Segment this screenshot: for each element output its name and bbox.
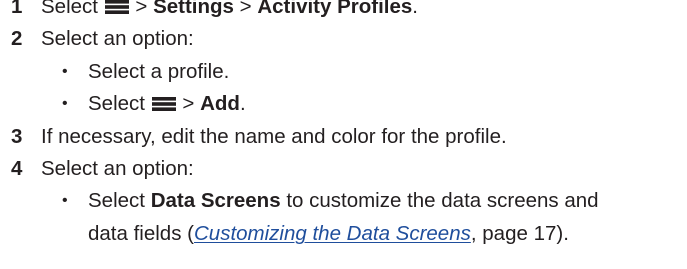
step-text: Select an option: [41,156,194,180]
data-screens-label: Data Screens [150,189,281,213]
step-number: 1 [11,0,23,18]
step-number: 2 [11,27,23,51]
list-item: • Select Data Screens to customize the d… [0,185,687,217]
settings-label: Settings [153,0,234,18]
period: . [412,0,418,18]
step-2: 2 Select an option: [0,23,687,55]
list-item-text: data fields ( [88,221,194,245]
step-number: 4 [11,156,23,180]
list-item: • Select a profile. [0,56,687,88]
list-item-continuation: data fields (Customizing the Data Screen… [0,218,687,250]
bullet: • [62,192,68,210]
list-item-text: to customize the data screens and [286,189,599,213]
separator: > [239,0,252,18]
activity-profiles-label: Activity Profiles [257,0,413,18]
step-text: Select an option: [41,27,194,51]
step-text: If necessary, edit the name and color fo… [41,124,507,148]
step-1: 1 Select > Settings > Activity Profiles. [0,0,687,23]
instruction-list: 1 Select > Settings > Activity Profiles.… [0,0,687,250]
list-item-text: Select [88,189,145,213]
list-item-text: Select a profile. [88,59,230,83]
step-text: Select [41,0,98,18]
list-item: • Select > Add. [0,88,687,120]
step-3: 3 If necessary, edit the name and color … [0,121,687,153]
separator: > [182,92,195,116]
step-number: 3 [11,124,23,148]
menu-icon [151,97,176,112]
add-label: Add [200,92,240,116]
period: . [239,92,246,116]
list-item-text: Select [88,92,145,116]
bullet: • [62,95,68,113]
menu-icon [104,0,129,14]
cross-reference-link[interactable]: Customizing the Data Screens [194,222,471,245]
step-4: 4 Select an option: [0,153,687,185]
bullet: • [62,62,68,80]
page-reference: , page 17 [470,221,557,245]
list-item-text: ). [556,221,569,245]
separator: > [135,0,148,18]
